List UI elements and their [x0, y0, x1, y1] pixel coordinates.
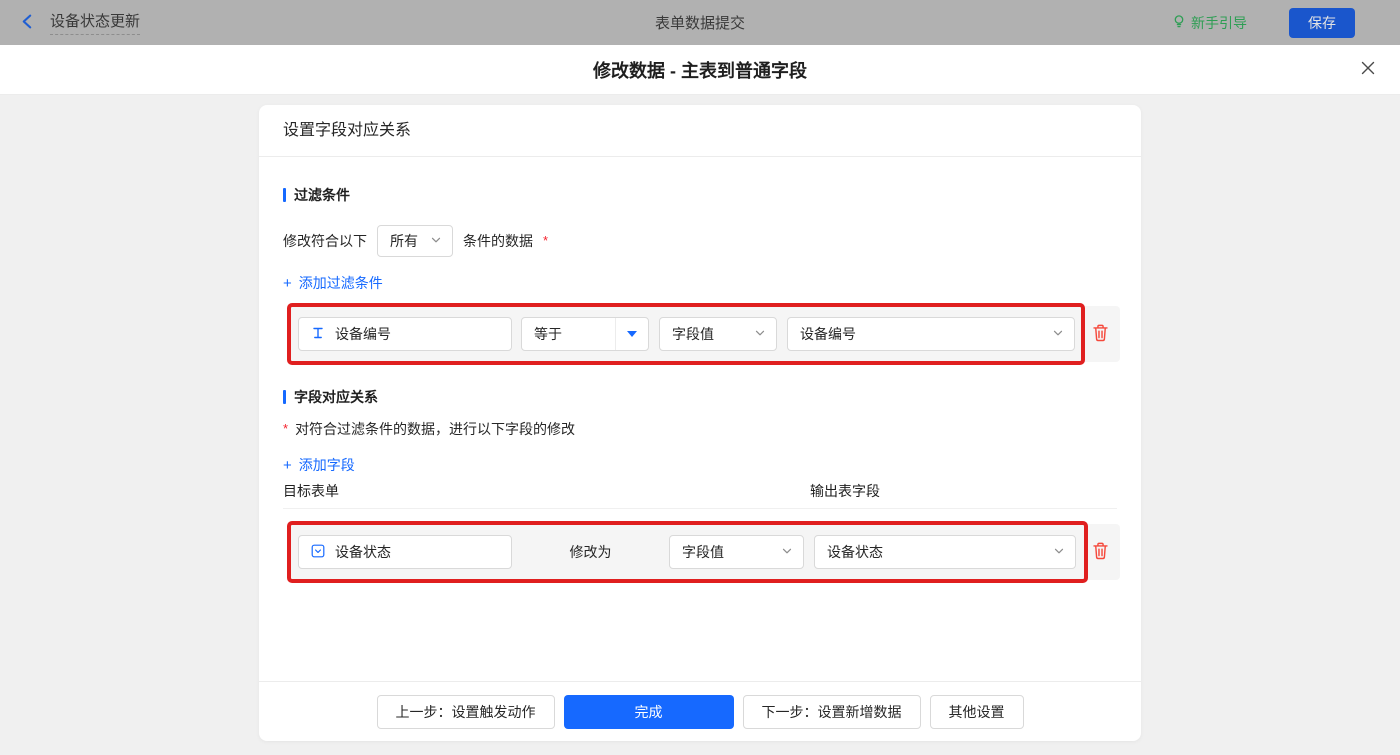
- chevron-left-icon: [20, 14, 35, 32]
- dialog-title: 修改数据 - 主表到普通字段: [593, 60, 807, 81]
- topbar-right: 新手引导 保存: [1172, 7, 1355, 38]
- workflow-title[interactable]: 设备状态更新: [50, 10, 141, 35]
- select-field-icon: [311, 544, 325, 561]
- back-button[interactable]: [20, 14, 35, 32]
- mapping-value-field-value: 设备状态: [827, 544, 883, 560]
- dialog-body: 设置字段对应关系 过滤条件 修改符合以下 所有 条件的数据 * + 添加过滤条件…: [0, 95, 1400, 755]
- column-output-field: 输出表字段: [810, 483, 880, 499]
- filter-section-title: 过滤条件: [283, 187, 1117, 203]
- value-type-value: 字段值: [672, 326, 714, 342]
- mapping-column-headers: 目标表单 输出表字段: [283, 481, 1117, 501]
- condition-mode-row: 修改符合以下 所有 条件的数据 *: [283, 225, 1117, 257]
- filter-field-input[interactable]: 设备编号: [298, 317, 512, 351]
- mapping-description: 对符合过滤条件的数据，进行以下字段的修改: [295, 421, 576, 437]
- delete-mapping-row-button[interactable]: [1091, 541, 1110, 563]
- chevron-down-icon: [430, 233, 442, 249]
- add-field-label: 添加字段: [298, 457, 355, 473]
- delete-filter-row-button[interactable]: [1091, 323, 1110, 345]
- close-button[interactable]: [1360, 45, 1376, 94]
- condition-mode-value: 所有: [390, 233, 418, 249]
- field-mapping-row: 设备状态 修改为 字段值 设备状态: [287, 521, 1120, 583]
- column-target-form: 目标表单: [283, 483, 339, 499]
- save-button[interactable]: 保存: [1289, 7, 1355, 38]
- value-field-select[interactable]: 设备编号: [787, 317, 1075, 351]
- chevron-down-icon: [1052, 326, 1064, 342]
- add-field-link[interactable]: + 添加字段: [283, 455, 355, 475]
- card-footer: 上一步：设置触发动作 完成 下一步：设置新增数据 其他设置: [259, 681, 1141, 741]
- value-field-value: 设备编号: [800, 326, 856, 342]
- topbar-left: 设备状态更新: [20, 10, 141, 35]
- filter-section-label: 过滤条件: [294, 187, 350, 203]
- target-field-name: 设备状态: [335, 544, 391, 560]
- card-body: 过滤条件 修改符合以下 所有 条件的数据 * + 添加过滤条件 设备编号 等于 …: [259, 157, 1141, 681]
- condition-mode-select[interactable]: 所有: [377, 225, 453, 257]
- settings-card: 设置字段对应关系 过滤条件 修改符合以下 所有 条件的数据 * + 添加过滤条件…: [259, 105, 1141, 741]
- dialog-header: 修改数据 - 主表到普通字段: [0, 45, 1400, 95]
- card-header-title: 设置字段对应关系: [259, 105, 1141, 157]
- next-step-button[interactable]: 下一步：设置新增数据: [742, 694, 921, 729]
- mapping-value-type-value: 字段值: [682, 544, 724, 560]
- guide-link[interactable]: 新手引导: [1172, 13, 1247, 33]
- required-mark: *: [283, 420, 289, 436]
- section-accent-bar: [283, 188, 286, 202]
- chevron-down-icon: [781, 544, 793, 560]
- value-type-select[interactable]: 字段值: [659, 317, 777, 351]
- chevron-down-icon: [1053, 544, 1065, 560]
- mapping-value-field-select[interactable]: 设备状态: [814, 535, 1076, 569]
- operator-select[interactable]: 等于: [521, 317, 649, 351]
- text-field-icon: [311, 326, 325, 343]
- mapping-value-type-select[interactable]: 字段值: [669, 535, 804, 569]
- required-mark: *: [543, 232, 549, 248]
- lightbulb-icon: [1172, 14, 1186, 32]
- section-accent-bar: [283, 390, 286, 404]
- condition-suffix-text: 条件的数据: [463, 233, 533, 249]
- caret-down-icon: [615, 318, 648, 350]
- other-settings-button[interactable]: 其他设置: [929, 694, 1024, 729]
- target-field-input[interactable]: 设备状态: [298, 535, 512, 569]
- plus-icon: +: [283, 274, 292, 292]
- operator-value: 等于: [534, 326, 562, 342]
- done-button[interactable]: 完成: [563, 694, 734, 729]
- guide-label: 新手引导: [1191, 14, 1247, 31]
- app-topbar: 设备状态更新 表单数据提交 新手引导 保存: [0, 0, 1400, 45]
- condition-prefix-text: 修改符合以下: [283, 233, 367, 249]
- add-filter-condition-label: 添加过滤条件: [298, 275, 383, 291]
- trash-icon: [1091, 323, 1110, 345]
- filter-field-name: 设备编号: [335, 326, 391, 342]
- close-icon: [1360, 60, 1376, 79]
- divider: [283, 508, 1117, 509]
- mapping-description-row: * 对符合过滤条件的数据，进行以下字段的修改: [283, 419, 1117, 439]
- prev-step-button[interactable]: 上一步：设置触发动作: [376, 694, 555, 729]
- add-filter-condition-link[interactable]: + 添加过滤条件: [283, 273, 383, 293]
- trash-icon: [1091, 541, 1110, 563]
- mapping-section-title: 字段对应关系: [283, 389, 1117, 405]
- screen: 设备状态更新 表单数据提交 新手引导 保存 修改数据 - 主表到普通字段 设置字…: [0, 0, 1400, 755]
- plus-icon: +: [283, 456, 292, 474]
- modify-to-label: 修改为: [569, 544, 612, 560]
- chevron-down-icon: [754, 326, 766, 342]
- filter-condition-row: 设备编号 等于 字段值 设备编号: [287, 303, 1120, 365]
- mapping-section-label: 字段对应关系: [294, 389, 378, 405]
